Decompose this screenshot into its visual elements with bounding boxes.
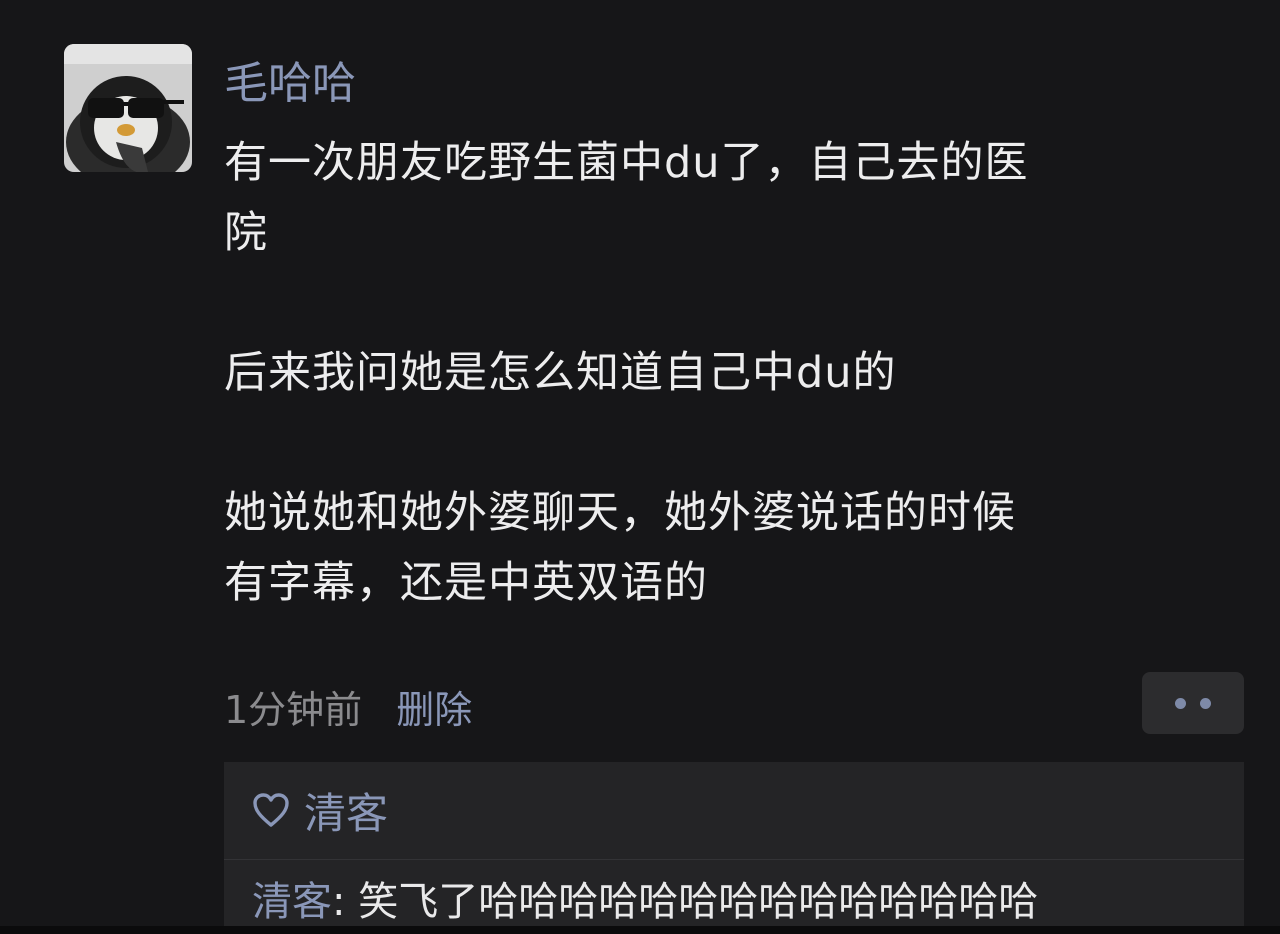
author-name[interactable]: 毛哈哈 (224, 56, 356, 112)
more-button[interactable] (1142, 672, 1244, 734)
post-time: 1分钟前 (224, 687, 363, 732)
post-line: 有字幕，还是中英双语的 (224, 558, 708, 608)
avatar[interactable] (64, 44, 192, 172)
post-line: 院 (224, 208, 268, 258)
post-text: 有一次朋友吃野生菌中du了，自己去的医 院 后来我问她是怎么知道自己中du的 她… (224, 128, 1234, 618)
commenter-name[interactable]: 清客 (252, 879, 332, 925)
divider (224, 859, 1244, 860)
liker-name[interactable]: 清客 (304, 780, 388, 841)
likes-row: 清客 (252, 782, 388, 838)
heart-outline-icon (253, 793, 289, 827)
bottom-edge (0, 926, 1280, 934)
post-line: 有一次朋友吃野生菌中du了，自己去的医 (224, 138, 1029, 188)
penguin-sunglasses-avatar-icon (64, 44, 192, 172)
more-dots-icon (1200, 697, 1211, 709)
post-meta: 1分钟前 删除 (224, 678, 472, 734)
likes-comments-panel: 清客 清客: 笑飞了哈哈哈哈哈哈哈哈哈哈哈哈哈哈 (224, 762, 1244, 934)
comment-item[interactable]: 清客: 笑飞了哈哈哈哈哈哈哈哈哈哈哈哈哈哈 (252, 872, 1038, 932)
delete-button[interactable]: 删除 (396, 679, 472, 734)
post-line: 后来我问她是怎么知道自己中du的 (224, 348, 897, 398)
moments-post: 毛哈哈 有一次朋友吃野生菌中du了，自己去的医 院 后来我问她是怎么知道自己中d… (0, 0, 1280, 934)
more-dots-icon (1175, 697, 1186, 709)
comment-separator: : (332, 879, 359, 925)
comment-text: 笑飞了哈哈哈哈哈哈哈哈哈哈哈哈哈哈 (358, 879, 1039, 925)
post-line: 她说她和她外婆聊天，她外婆说话的时候 (224, 488, 1016, 538)
